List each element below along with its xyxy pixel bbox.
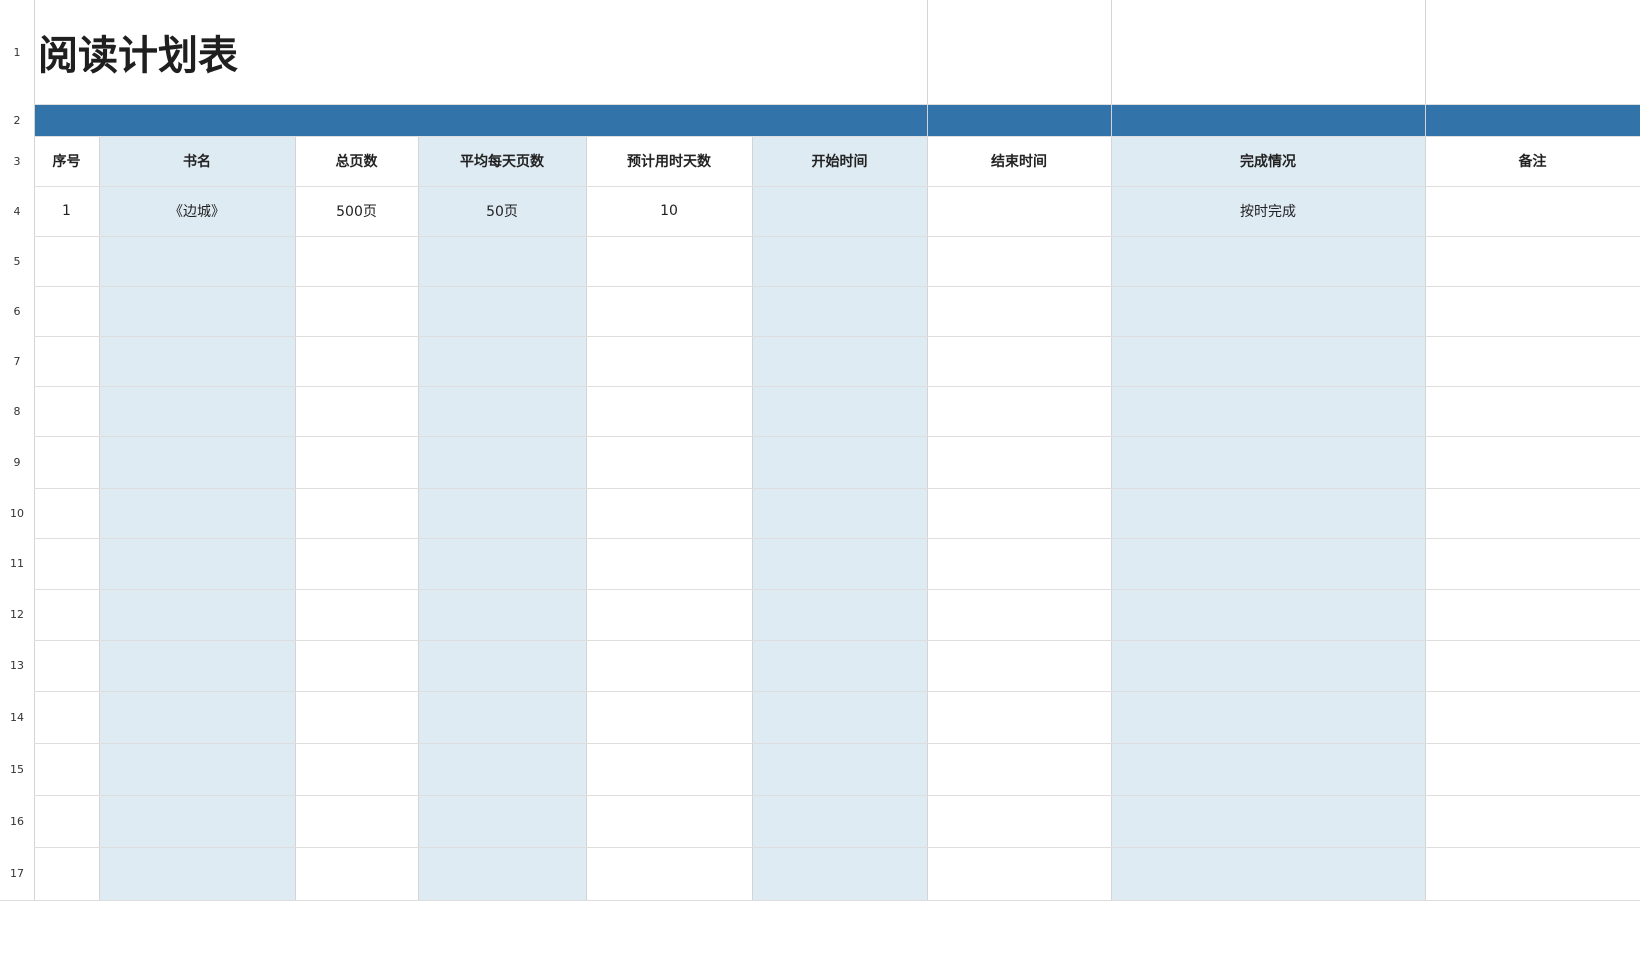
grid-row-line bbox=[0, 488, 1640, 489]
grid-column-line bbox=[99, 136, 100, 900]
table-cell[interactable]: 500页 bbox=[295, 186, 418, 236]
column-header[interactable]: 备注 bbox=[1425, 136, 1640, 186]
grid-column-line bbox=[927, 0, 928, 900]
spreadsheet: 1 2 3 4 5 6 7 8 9 10 11 12 13 14 15 16 17 阅读计划表 序号 书名 总页数 平均每… bbox=[0, 0, 1640, 954]
row-header[interactable]: 4 bbox=[0, 186, 34, 236]
column-highlight bbox=[752, 136, 927, 900]
grid-column-line bbox=[586, 136, 587, 900]
row-header[interactable]: 17 bbox=[0, 847, 34, 900]
grid-row-line bbox=[0, 386, 1640, 387]
grid-row-line bbox=[0, 900, 1640, 901]
table-cell[interactable]: 《边城》 bbox=[99, 186, 295, 236]
grid-row-line bbox=[0, 589, 1640, 590]
grid-row-line bbox=[0, 104, 1640, 105]
row-header[interactable]: 1 bbox=[0, 0, 34, 104]
row-header[interactable]: 7 bbox=[0, 336, 34, 386]
column-highlight bbox=[99, 136, 295, 900]
column-header[interactable]: 完成情况 bbox=[1111, 136, 1425, 186]
grid-column-line bbox=[34, 0, 35, 900]
row-header[interactable]: 16 bbox=[0, 795, 34, 847]
row-header[interactable]: 13 bbox=[0, 640, 34, 691]
grid-row-line bbox=[0, 436, 1640, 437]
table-cell[interactable] bbox=[1425, 186, 1640, 236]
row-header[interactable]: 12 bbox=[0, 589, 34, 640]
column-header[interactable]: 结束时间 bbox=[927, 136, 1111, 186]
row-header[interactable]: 9 bbox=[0, 436, 34, 488]
grid-column-line bbox=[1425, 0, 1426, 900]
grid-row-line bbox=[0, 286, 1640, 287]
table-cell[interactable]: 10 bbox=[586, 186, 752, 236]
grid-row-line bbox=[0, 691, 1640, 692]
row-header[interactable]: 10 bbox=[0, 488, 34, 538]
column-highlight bbox=[418, 136, 586, 900]
table-cell[interactable] bbox=[927, 186, 1111, 236]
grid-row-line bbox=[0, 640, 1640, 641]
row-header[interactable]: 6 bbox=[0, 286, 34, 336]
row-header[interactable]: 15 bbox=[0, 743, 34, 795]
grid-column-line bbox=[418, 136, 419, 900]
column-header[interactable]: 平均每天页数 bbox=[418, 136, 586, 186]
grid-row-line bbox=[0, 538, 1640, 539]
row-header[interactable]: 5 bbox=[0, 236, 34, 286]
column-header[interactable]: 开始时间 bbox=[752, 136, 927, 186]
grid-row-line bbox=[0, 847, 1640, 848]
table-cell[interactable]: 1 bbox=[34, 186, 99, 236]
header-band bbox=[34, 104, 1640, 136]
row-header[interactable]: 14 bbox=[0, 691, 34, 743]
grid-column-line bbox=[752, 136, 753, 900]
row-header[interactable]: 8 bbox=[0, 386, 34, 436]
column-header[interactable]: 序号 bbox=[34, 136, 99, 186]
table-cell[interactable] bbox=[752, 186, 927, 236]
grid-row-line bbox=[0, 236, 1640, 237]
table-cell[interactable]: 按时完成 bbox=[1111, 186, 1425, 236]
grid-row-line bbox=[0, 743, 1640, 744]
row-header[interactable]: 2 bbox=[0, 104, 34, 136]
column-header[interactable]: 总页数 bbox=[295, 136, 418, 186]
column-header[interactable]: 预计用时天数 bbox=[586, 136, 752, 186]
column-highlight bbox=[1111, 136, 1425, 900]
row-header[interactable]: 3 bbox=[0, 136, 34, 186]
grid-row-line bbox=[0, 795, 1640, 796]
column-header[interactable]: 书名 bbox=[99, 136, 295, 186]
grid-row-line bbox=[0, 336, 1640, 337]
grid-column-line bbox=[295, 136, 296, 900]
sheet-title[interactable]: 阅读计划表 bbox=[34, 0, 914, 104]
row-header[interactable]: 11 bbox=[0, 538, 34, 589]
grid-column-line bbox=[1111, 0, 1112, 900]
table-cell[interactable]: 50页 bbox=[418, 186, 586, 236]
